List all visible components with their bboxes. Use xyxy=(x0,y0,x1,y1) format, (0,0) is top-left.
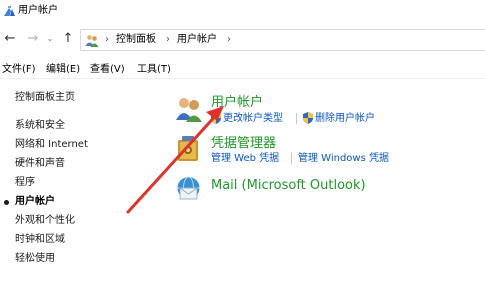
sidebar-item-programs[interactable]: 程序 xyxy=(15,177,35,189)
breadcrumb-separator[interactable]: › xyxy=(166,34,170,46)
credential-vault-icon[interactable] xyxy=(176,136,200,163)
sidebar-item-ease-of-access[interactable]: 轻松使用 xyxy=(15,253,55,265)
breadcrumb-user-accounts[interactable]: 用户帐户 xyxy=(177,34,217,46)
mail-icon[interactable] xyxy=(176,176,201,200)
menu-divider xyxy=(0,78,485,79)
menu-file[interactable]: 文件(F) xyxy=(2,63,36,76)
breadcrumb-separator[interactable]: › xyxy=(105,34,109,46)
breadcrumb-control-panel[interactable]: 控制面板 xyxy=(116,34,156,46)
task-manage-windows-credentials[interactable]: 管理 Windows 凭据 xyxy=(298,153,389,165)
control-panel-icon xyxy=(4,6,15,16)
sidebar-item-hardware-sound[interactable]: 硬件和声音 xyxy=(15,158,65,170)
sidebar-item-system-security[interactable]: 系统和安全 xyxy=(15,120,65,132)
task-manage-web-credentials[interactable]: 管理 Web 凭据 xyxy=(211,153,279,165)
title-bar: 用户帐户 xyxy=(0,0,485,24)
users-icon[interactable] xyxy=(175,96,203,122)
sidebar-item-network-internet[interactable]: 网络和 Internet xyxy=(15,139,88,151)
sidebar-item-user-accounts[interactable]: 用户帐户 xyxy=(15,196,55,208)
address-row: ← → ⌄ ↑ › 控制面板 › 用户帐户 › xyxy=(0,26,485,54)
task-change-account-type[interactable]: 更改帐户类型 xyxy=(223,113,283,125)
category-title-mail[interactable]: Mail (Microsoft Outlook) xyxy=(211,178,366,194)
sidebar-item-appearance[interactable]: 外观和个性化 xyxy=(15,215,75,227)
uac-shield-icon xyxy=(211,112,221,124)
category-title-user-accounts[interactable]: 用户帐户 xyxy=(211,95,263,111)
current-item-bullet xyxy=(4,200,9,205)
window-title: 用户帐户 xyxy=(18,5,58,16)
breadcrumb-separator[interactable]: › xyxy=(227,34,231,46)
sidebar-item-clock-region[interactable]: 时钟和区域 xyxy=(15,234,65,246)
users-icon xyxy=(85,35,99,47)
task-separator xyxy=(296,113,297,124)
menu-edit[interactable]: 编辑(E) xyxy=(46,63,80,76)
sidebar-item-control-panel-home[interactable]: 控制面板主页 xyxy=(15,92,75,104)
task-separator xyxy=(291,153,292,164)
up-button[interactable]: ↑ xyxy=(61,32,75,46)
menu-tools[interactable]: 工具(T) xyxy=(137,63,171,76)
task-delete-user-account[interactable]: 删除用户帐户 xyxy=(315,113,375,125)
back-button[interactable]: ← xyxy=(3,32,17,46)
address-bar[interactable]: › 控制面板 › 用户帐户 › xyxy=(80,29,485,51)
menu-bar: 文件(F) 编辑(E) 查看(V) 工具(T) xyxy=(0,62,485,78)
menu-view[interactable]: 查看(V) xyxy=(90,63,125,76)
category-title-credential-manager[interactable]: 凭据管理器 xyxy=(211,136,276,152)
recent-locations-dropdown[interactable]: ⌄ xyxy=(45,33,55,45)
forward-button[interactable]: → xyxy=(26,32,40,46)
uac-shield-icon xyxy=(303,112,313,124)
